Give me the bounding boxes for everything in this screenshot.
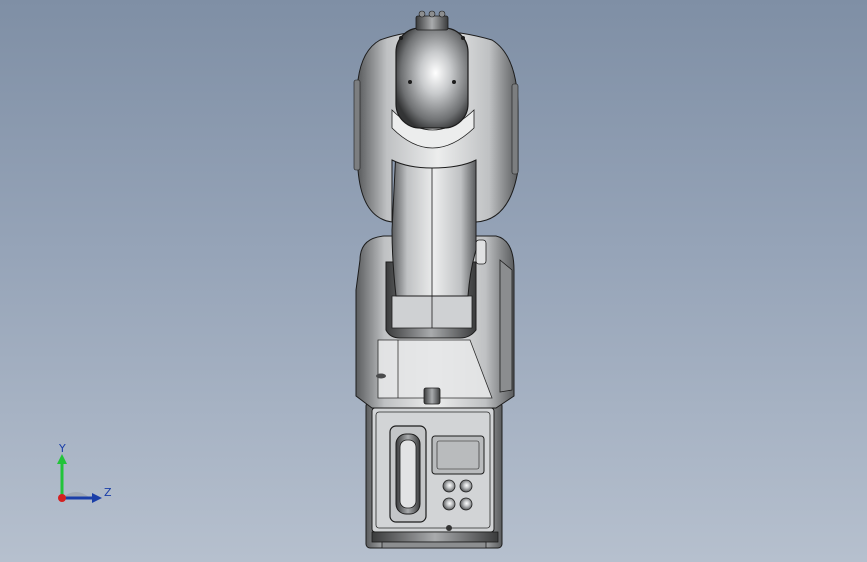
- graphics-viewport[interactable]: Y Z: [0, 0, 867, 562]
- orientation-triad: Y Z: [40, 440, 120, 510]
- robot-arm-model[interactable]: [0, 0, 867, 562]
- triad-y-label: Y: [59, 442, 66, 455]
- x-axis-dot: [58, 494, 66, 502]
- robot-base: [365, 401, 503, 549]
- triad-arrows: [57, 454, 102, 503]
- wrist-dome: [395, 10, 469, 129]
- triad-z-label: Z: [104, 486, 112, 499]
